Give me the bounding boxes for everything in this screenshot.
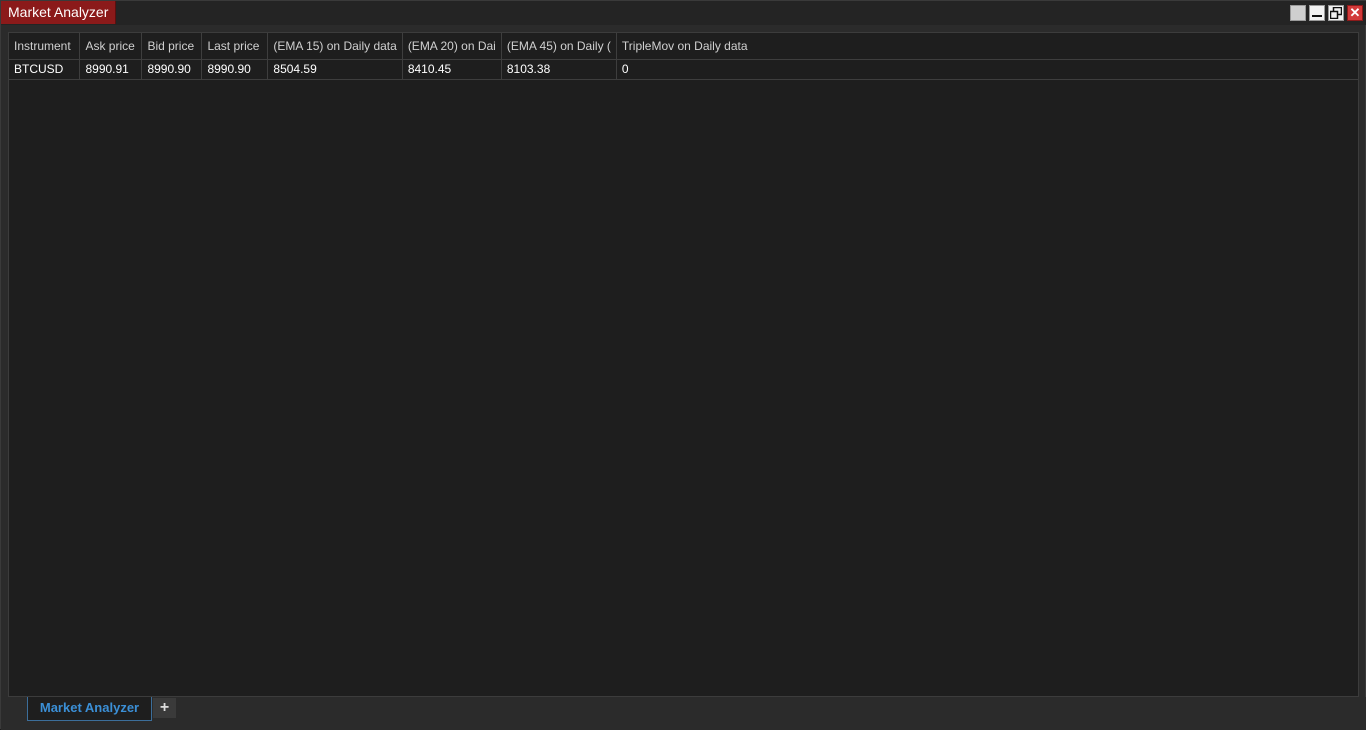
tab-bar: Market Analyzer + [1, 697, 1366, 730]
table-row[interactable]: BTCUSD 8990.91 8990.90 8990.90 8504.59 8… [9, 59, 1358, 80]
market-grid: Instrument Ask price Bid price Last pric… [8, 32, 1359, 697]
cell-ask-price[interactable]: 8990.91 [79, 59, 143, 80]
minimize-icon [1312, 15, 1322, 17]
column-header-last-price[interactable]: Last price [201, 33, 269, 60]
column-header-ema20[interactable]: (EMA 20) on Dai [402, 33, 502, 60]
add-tab-button[interactable]: + [153, 698, 176, 718]
window-title: Market Analyzer [1, 1, 117, 24]
close-button[interactable]: ✕ [1347, 5, 1363, 21]
column-header-ask-price[interactable]: Ask price [79, 33, 143, 60]
restore-button[interactable] [1328, 5, 1344, 21]
cell-triplemov[interactable]: 0 [616, 59, 1358, 80]
minimize-button[interactable] [1309, 5, 1325, 21]
column-header-ema15[interactable]: (EMA 15) on Daily data [267, 33, 403, 60]
market-analyzer-window: Market Analyzer ✕ Instrument Ask price B… [0, 0, 1366, 730]
header-row: Instrument Ask price Bid price Last pric… [9, 33, 1358, 60]
cell-ema20[interactable]: 8410.45 [402, 59, 502, 80]
restore-icon [1330, 7, 1342, 19]
title-bar: Market Analyzer ✕ [1, 1, 1366, 25]
column-header-triplemov[interactable]: TripleMov on Daily data [616, 33, 1358, 60]
cell-last-price[interactable]: 8990.90 [201, 59, 269, 80]
column-header-instrument[interactable]: Instrument [9, 33, 81, 60]
cell-instrument[interactable]: BTCUSD [9, 59, 81, 80]
cell-ema45[interactable]: 8103.38 [501, 59, 617, 80]
link-button[interactable] [1290, 5, 1306, 21]
column-header-ema45[interactable]: (EMA 45) on Daily ( [501, 33, 617, 60]
tab-market-analyzer[interactable]: Market Analyzer [27, 697, 152, 721]
market-table: Instrument Ask price Bid price Last pric… [9, 33, 1358, 80]
cell-ema15[interactable]: 8504.59 [267, 59, 403, 80]
cell-bid-price[interactable]: 8990.90 [141, 59, 203, 80]
column-header-bid-price[interactable]: Bid price [141, 33, 203, 60]
